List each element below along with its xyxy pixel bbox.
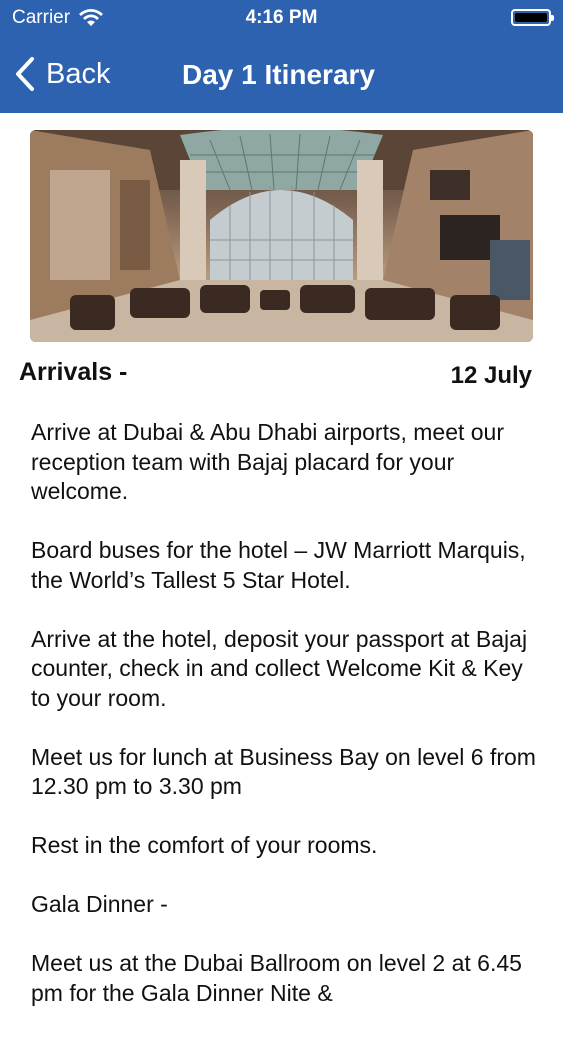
itinerary-paragraph: Board buses for the hotel – JW Marriott …	[31, 537, 526, 593]
page-title: Day 1 Itinerary	[182, 59, 375, 90]
navigation-bar: Back Day 1 Itinerary	[0, 42, 563, 108]
battery-icon	[511, 9, 554, 26]
itinerary-paragraph: Arrive at the hotel, deposit your passpo…	[31, 625, 528, 711]
status-time: 4:16 PM	[245, 7, 318, 28]
itinerary-paragraph: Meet us at the Dubai Ballroom on level 2…	[31, 950, 522, 1006]
back-label: Back	[46, 57, 111, 90]
hotel-lobby-image	[30, 130, 533, 342]
hotel-lobby-illustration	[30, 130, 533, 342]
itinerary-paragraph: Gala Dinner -	[31, 891, 168, 917]
back-button[interactable]: Back	[14, 54, 110, 94]
chevron-left-icon	[16, 57, 34, 91]
section-date: 12 July	[450, 362, 532, 389]
itinerary-paragraph: Arrive at Dubai & Abu Dhabi airports, me…	[31, 419, 505, 504]
itinerary-text: Arrive at Dubai & Abu Dhabi airports, me…	[31, 418, 536, 1038]
section-title: Arrivals -	[19, 358, 128, 386]
status-bar: Carrier 4:16 PM	[0, 0, 563, 36]
top-bar: Carrier 4:16 PM Back Day 1 Itinerary	[0, 0, 563, 113]
itinerary-paragraph: Meet us for lunch at Business Bay on lev…	[31, 743, 536, 800]
itinerary-paragraph: Rest in the comfort of your rooms.	[31, 832, 378, 858]
